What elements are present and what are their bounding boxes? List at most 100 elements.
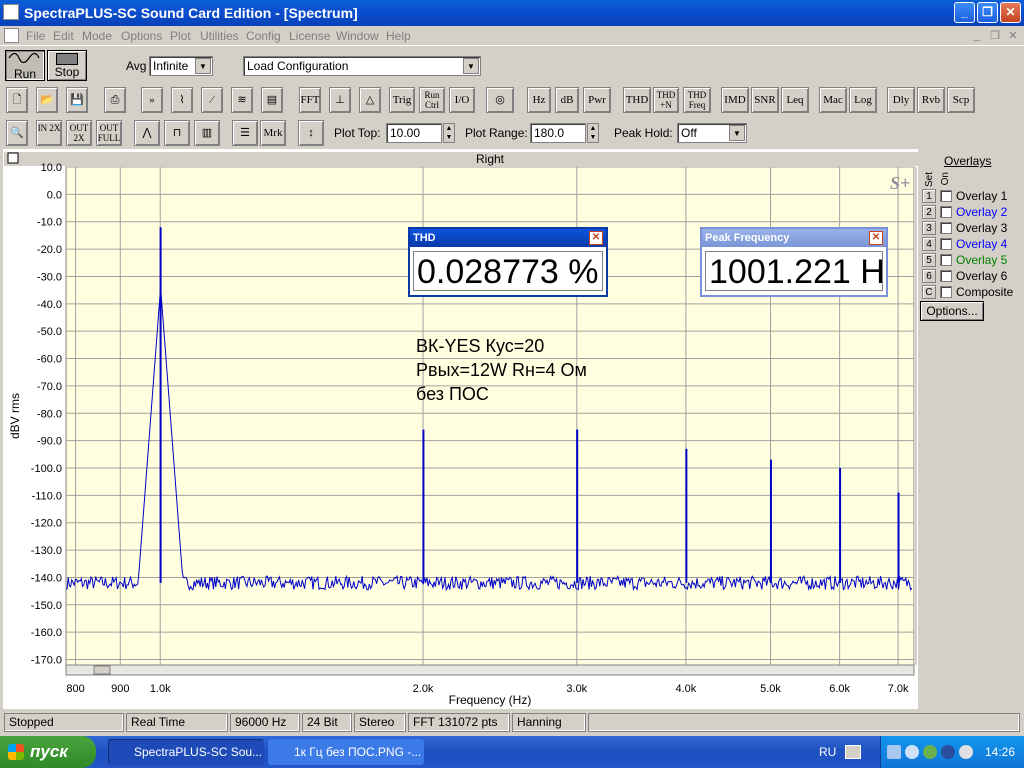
plot-range-input[interactable]: 180.0 <box>530 123 586 143</box>
zoom-in-2x-button[interactable]: IN 2X <box>36 120 62 146</box>
vertical-scale-icon[interactable]: ↕ <box>298 120 324 146</box>
close-icon[interactable]: ✕ <box>869 231 883 245</box>
io-button[interactable]: I/O <box>449 87 475 113</box>
plot-range-spinner[interactable]: ▲ ▼ <box>587 123 599 143</box>
waterfall-icon[interactable]: ≋ <box>231 87 253 113</box>
hz-button[interactable]: Hz <box>527 87 551 113</box>
tray-app2-icon[interactable] <box>941 745 955 759</box>
close-icon[interactable]: ✕ <box>589 231 603 245</box>
zoom-out-2x-button[interactable]: OUT 2X <box>66 120 92 146</box>
mdi-doc-icon[interactable] <box>4 28 19 43</box>
menu-utilities[interactable]: Utilities <box>200 29 239 43</box>
overlay-checkbox[interactable] <box>940 254 952 266</box>
tray-app3-icon[interactable] <box>959 745 973 759</box>
thd-n-button[interactable]: THD +N <box>653 87 679 113</box>
generator-icon[interactable]: ◎ <box>486 87 514 113</box>
fast-forward-icon[interactable]: » <box>141 87 163 113</box>
snr-button[interactable]: SNR <box>751 87 779 113</box>
close-button[interactable]: ✕ <box>1000 2 1021 23</box>
leq-button[interactable]: Leq <box>781 87 809 113</box>
thd-meter[interactable]: THD ✕ 0.028773 % <box>408 227 608 297</box>
minimize-button[interactable]: _ <box>954 2 975 23</box>
taskbar-item-spectraplus[interactable]: SpectraPLUS-SC Sou... <box>108 739 264 765</box>
menu-mode[interactable]: Mode <box>82 29 112 43</box>
taskbar-item-image[interactable]: 1к Гц без ПОС.PNG -... <box>268 739 424 765</box>
overlay-set-button[interactable]: C <box>922 285 936 299</box>
new-file-icon[interactable]: 🗋 <box>6 87 28 113</box>
fft-button[interactable]: FFT <box>299 87 321 113</box>
open-folder-icon[interactable]: 📂 <box>36 87 58 113</box>
menu-help[interactable]: Help <box>386 29 411 43</box>
peak-frequency-meter[interactable]: Peak Frequency ✕ 1001.221 H <box>700 227 888 297</box>
peak-hold-select[interactable]: Off ▼ <box>677 123 747 143</box>
tray-app-icon[interactable] <box>923 745 937 759</box>
overlay-checkbox[interactable] <box>940 206 952 218</box>
start-button[interactable]: пуск <box>0 736 96 768</box>
overlay-checkbox[interactable] <box>940 238 952 250</box>
mdi-close-icon[interactable]: ✕ <box>1006 29 1020 43</box>
overlay-set-button[interactable]: 6 <box>922 269 936 283</box>
overlay-set-button[interactable]: 2 <box>922 205 936 219</box>
list-icon[interactable]: ☰ <box>232 120 258 146</box>
app-icon[interactable] <box>3 4 19 20</box>
run-button[interactable]: Run <box>5 50 45 81</box>
horizontal-scrollbar[interactable] <box>65 664 915 676</box>
scp-button[interactable]: Scp <box>947 87 975 113</box>
overlay-checkbox[interactable] <box>940 222 952 234</box>
step-plot-icon[interactable]: ⊓ <box>164 120 190 146</box>
trig-button[interactable]: Trig <box>389 87 415 113</box>
line-plot-icon[interactable]: ⋀ <box>134 120 160 146</box>
volume-icon[interactable] <box>905 745 919 759</box>
menu-window[interactable]: Window <box>336 29 379 43</box>
overlay-options-button[interactable]: Options... <box>920 301 984 321</box>
trigger-icon[interactable]: △ <box>359 87 381 113</box>
menu-file[interactable]: File <box>26 29 45 43</box>
avg-select[interactable]: Infinite ▼ <box>149 56 213 76</box>
spectrogram-icon[interactable]: ▤ <box>261 87 283 113</box>
overlay-set-button[interactable]: 5 <box>922 253 936 267</box>
mrk-button[interactable]: Mrk <box>260 120 286 146</box>
print-icon[interactable]: ⎙ <box>104 87 126 113</box>
menu-config[interactable]: Config <box>246 29 281 43</box>
chevron-down-icon[interactable]: ▼ <box>729 125 745 141</box>
dly-button[interactable]: Dly <box>887 87 915 113</box>
plot-top-input[interactable]: 10.00 <box>386 123 442 143</box>
network-icon[interactable] <box>887 745 901 759</box>
ramp-icon[interactable]: ∕ <box>201 87 223 113</box>
plot-top-spinner[interactable]: ▲ ▼ <box>443 123 455 143</box>
scale-icon[interactable]: ⊥ <box>329 87 351 113</box>
overlay-set-button[interactable]: 3 <box>922 221 936 235</box>
imd-button[interactable]: IMD <box>721 87 749 113</box>
save-disk-icon[interactable]: 💾 <box>66 87 88 113</box>
zoom-magnifier-icon[interactable]: 🔍 <box>6 120 28 146</box>
pwr-button[interactable]: Pwr <box>583 87 611 113</box>
spectrum-mode-icon[interactable]: ⌇ <box>171 87 193 113</box>
menu-license[interactable]: License <box>289 29 330 43</box>
thd-freq-button[interactable]: THD Freq <box>683 87 711 113</box>
run-ctrl-button[interactable]: Run Ctrl <box>419 87 445 113</box>
collapse-icon[interactable] <box>7 152 19 164</box>
log-button[interactable]: Log <box>849 87 877 113</box>
menu-edit[interactable]: Edit <box>53 29 74 43</box>
zoom-out-full-button[interactable]: OUT FULL <box>96 120 122 146</box>
language-indicator[interactable]: RU <box>819 745 836 759</box>
db-button[interactable]: dB <box>555 87 579 113</box>
overlay-set-button[interactable]: 1 <box>922 189 936 203</box>
bar-plot-icon[interactable]: ▥ <box>194 120 220 146</box>
overlay-checkbox[interactable] <box>940 286 952 298</box>
stop-button[interactable]: Stop <box>47 50 87 81</box>
overlay-checkbox[interactable] <box>940 270 952 282</box>
rvb-button[interactable]: Rvb <box>917 87 945 113</box>
config-select[interactable]: Load Configuration ▼ <box>243 56 481 76</box>
mac-button[interactable]: Mac <box>819 87 847 113</box>
overlay-checkbox[interactable] <box>940 190 952 202</box>
thd-button[interactable]: THD <box>623 87 651 113</box>
chevron-down-icon[interactable]: ▼ <box>463 58 479 74</box>
chevron-down-icon[interactable]: ▼ <box>195 58 211 74</box>
menu-plot[interactable]: Plot <box>170 29 191 43</box>
scrollbar-thumb[interactable] <box>93 665 111 675</box>
keyboard-icon[interactable] <box>845 745 861 759</box>
mdi-minimize-icon[interactable]: _ <box>970 29 984 43</box>
overlay-set-button[interactable]: 4 <box>922 237 936 251</box>
restore-button[interactable]: ❐ <box>977 2 998 23</box>
